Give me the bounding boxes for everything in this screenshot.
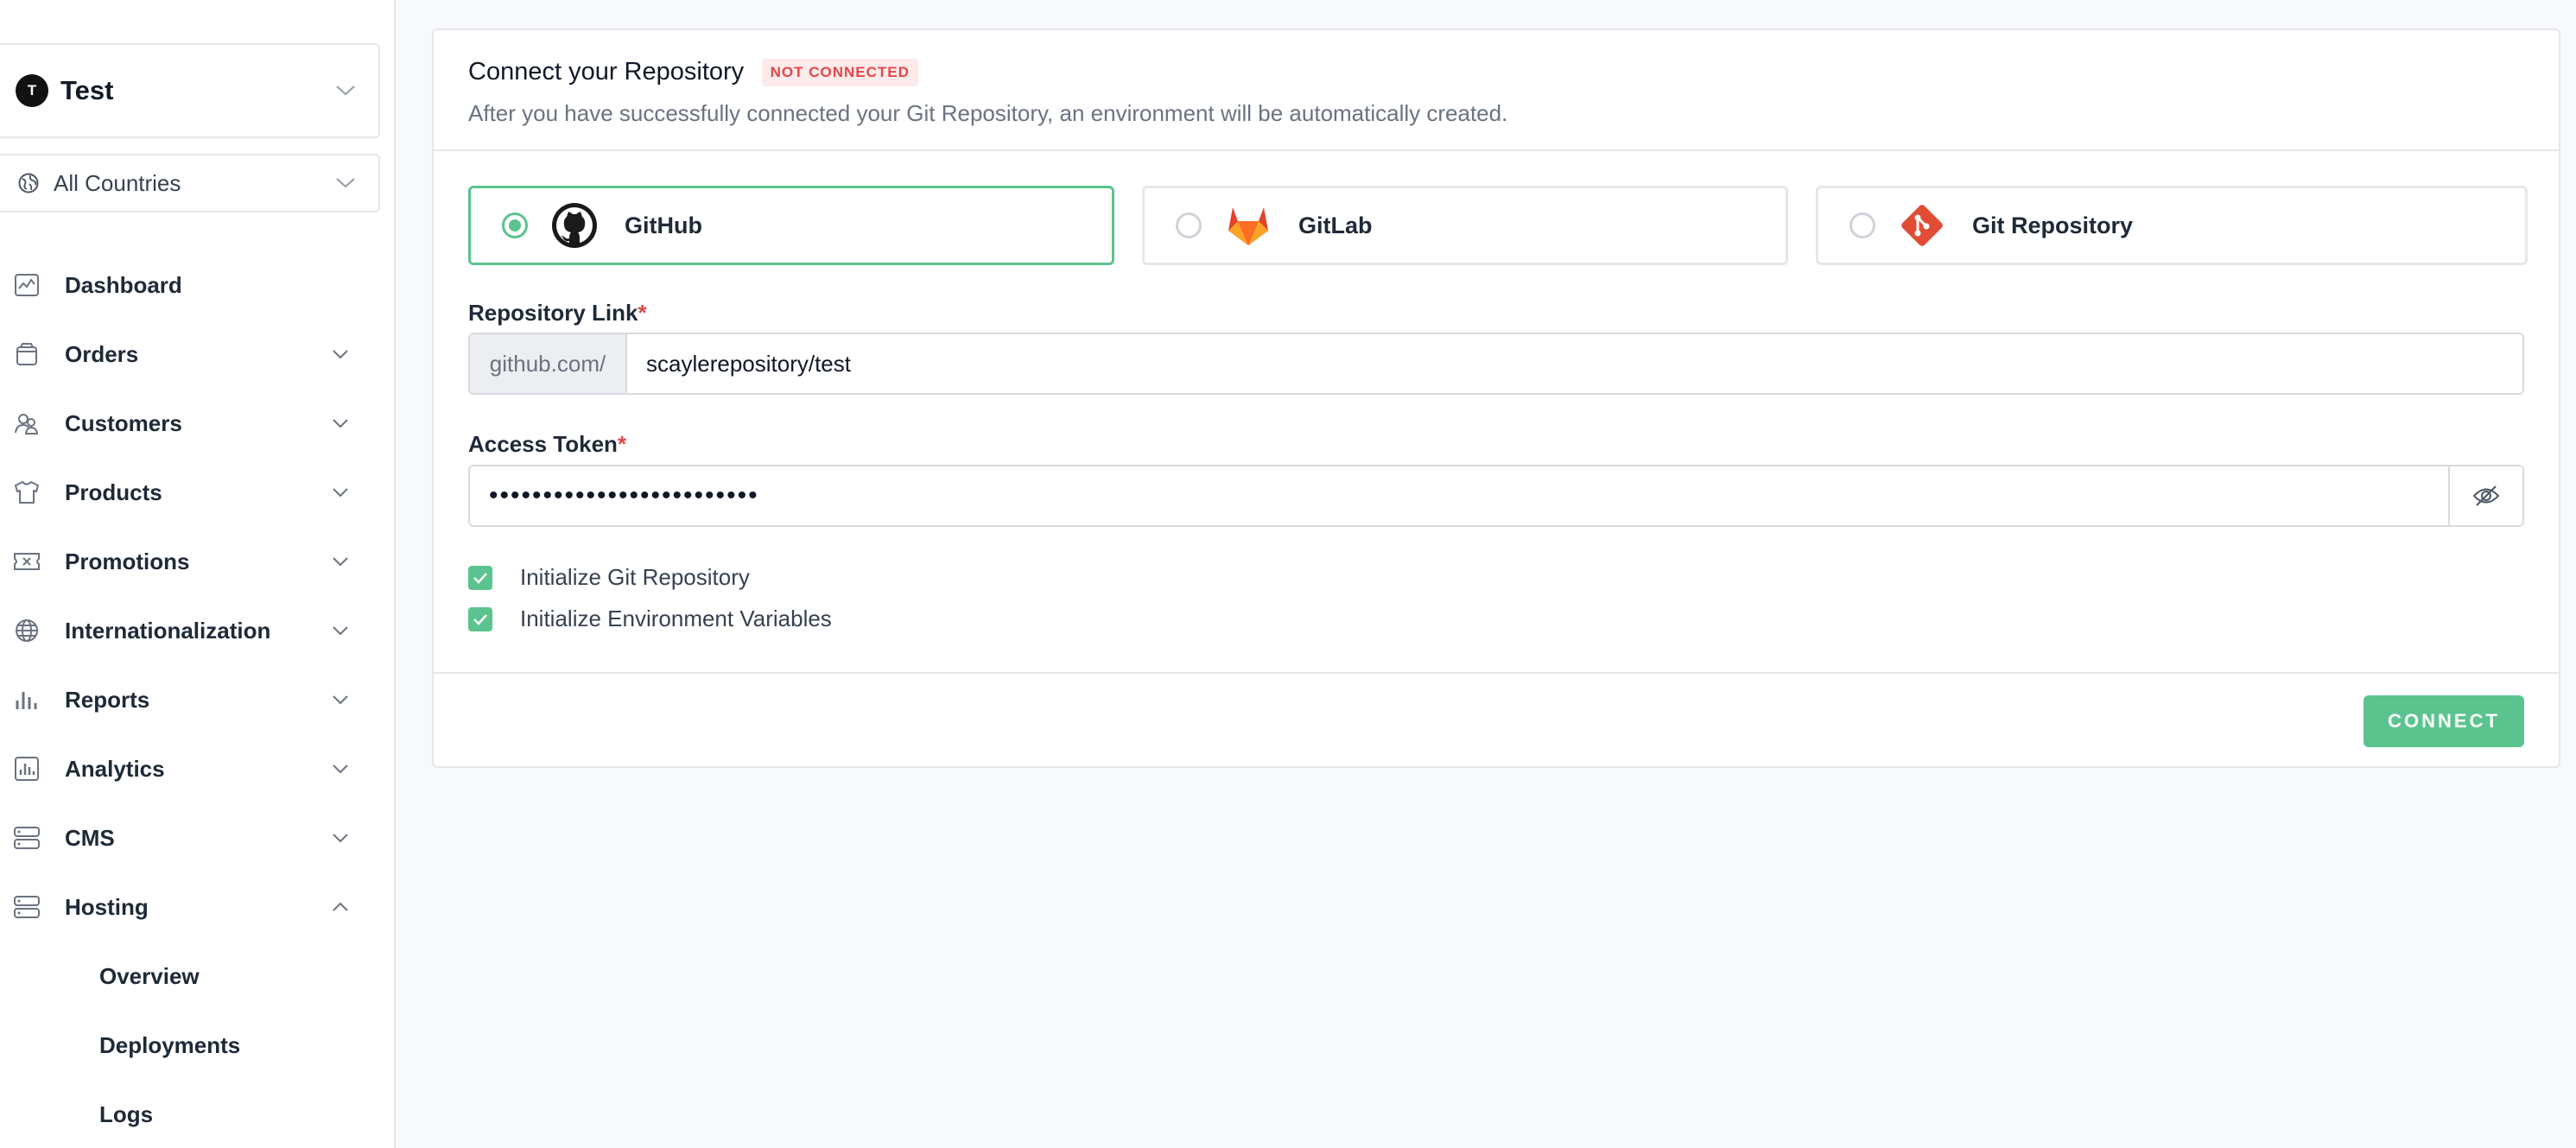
- nav-item-promotions[interactable]: Promotions: [0, 527, 380, 596]
- repository-link-input[interactable]: [627, 334, 2522, 393]
- analytics-icon: [12, 754, 41, 783]
- nav-label: Analytics: [65, 755, 165, 782]
- status-badge: NOT CONNECTED: [761, 58, 918, 86]
- nav-item-cms[interactable]: CMS: [0, 803, 380, 872]
- init-env-variables-row[interactable]: Initialize Environment Variables: [468, 606, 832, 632]
- nav-label: Reports: [65, 686, 150, 713]
- provider-option-github[interactable]: GitHub: [468, 186, 1114, 265]
- divider: [434, 149, 2559, 151]
- card-header: Connect your Repository NOT CONNECTED Af…: [468, 58, 2524, 127]
- sidebar: T Test All Countries Dashboard Orders Cu…: [0, 0, 396, 1148]
- check-icon: [473, 613, 487, 625]
- bar-chart-icon: [12, 685, 41, 714]
- nav-item-internationalization[interactable]: Internationalization: [0, 596, 380, 665]
- chevron-down-icon: [333, 764, 348, 774]
- connect-button[interactable]: CONNECT: [2363, 695, 2524, 747]
- nav-label: Orders: [65, 340, 139, 367]
- required-mark: *: [617, 431, 627, 457]
- nav-label: Internationalization: [65, 617, 271, 644]
- radio-button[interactable]: [502, 212, 528, 238]
- nav-label: Hosting: [65, 893, 149, 920]
- nav-label: CMS: [65, 824, 115, 851]
- chevron-down-icon: [333, 695, 348, 705]
- chevron-down-icon: [333, 626, 348, 636]
- checkbox-label: Initialize Git Repository: [520, 564, 750, 590]
- main-nav: Dashboard Orders Customers Products Prom…: [0, 251, 380, 1148]
- toggle-visibility-button[interactable]: [2448, 466, 2522, 525]
- nav-item-hosting[interactable]: Hosting: [0, 872, 380, 942]
- nav-item-orders[interactable]: Orders: [0, 320, 380, 389]
- nav-item-customers[interactable]: Customers: [0, 389, 380, 458]
- access-token-field: [468, 465, 2524, 527]
- chevron-down-icon: [333, 488, 348, 498]
- globe-icon: [18, 173, 39, 193]
- chevron-down-icon: [336, 86, 355, 96]
- sub-item-overview[interactable]: Overview: [0, 942, 380, 1011]
- nav-item-products[interactable]: Products: [0, 458, 380, 527]
- provider-label: Git Repository: [1972, 212, 2134, 238]
- nav-item-reports[interactable]: Reports: [0, 665, 380, 734]
- radio-button[interactable]: [1176, 212, 1202, 238]
- chevron-down-icon: [333, 834, 348, 843]
- repository-link-field: github.com/: [468, 333, 2524, 395]
- provider-option-git-repository[interactable]: Git Repository: [1816, 186, 2528, 265]
- gitlab-icon: [1224, 201, 1272, 250]
- users-icon: [12, 409, 41, 438]
- chevron-down-icon: [333, 419, 348, 428]
- connect-repository-card: Connect your Repository NOT CONNECTED Af…: [432, 29, 2560, 768]
- nav-item-dashboard[interactable]: Dashboard: [0, 251, 380, 320]
- init-git-repository-row[interactable]: Initialize Git Repository: [468, 564, 750, 591]
- chevron-down-icon: [333, 557, 348, 567]
- access-token-input[interactable]: [470, 466, 2448, 525]
- nav-label: Dashboard: [65, 271, 182, 298]
- provider-label: GitHub: [625, 212, 702, 238]
- provider-label: GitLab: [1298, 212, 1373, 238]
- server-icon: [12, 823, 41, 853]
- globe-icon: [12, 616, 41, 645]
- shirt-icon: [12, 478, 41, 507]
- sub-item-logs[interactable]: Logs: [0, 1080, 380, 1148]
- card-title: Connect your Repository: [468, 58, 745, 86]
- label-text: Access Token: [468, 431, 618, 457]
- sub-item-deployments[interactable]: Deployments: [0, 1011, 380, 1080]
- chevron-down-icon: [336, 178, 355, 188]
- country-label: All Countries: [54, 169, 181, 196]
- provider-options: GitHub GitLab Git Repository: [468, 186, 2528, 265]
- nav-label: Customers: [65, 409, 182, 436]
- checkbox[interactable]: [468, 606, 492, 631]
- chart-activity-icon: [12, 270, 41, 300]
- store-name: Test: [60, 75, 114, 105]
- url-prefix: github.com/: [470, 334, 627, 393]
- chevron-up-icon: [333, 902, 348, 911]
- eye-off-icon: [2472, 485, 2500, 506]
- ticket-icon: [12, 547, 41, 576]
- nav-item-analytics[interactable]: Analytics: [0, 734, 380, 803]
- store-selector[interactable]: T Test: [0, 43, 380, 138]
- store-avatar: T: [16, 74, 48, 107]
- checkbox[interactable]: [468, 565, 492, 590]
- checkbox-label: Initialize Environment Variables: [520, 606, 832, 631]
- github-icon: [550, 201, 599, 250]
- card-subtitle: After you have successfully connected yo…: [468, 100, 1508, 126]
- country-selector[interactable]: All Countries: [0, 154, 380, 212]
- repository-link-label: Repository Link*: [468, 300, 647, 327]
- check-icon: [473, 572, 487, 584]
- nav-label: Promotions: [65, 548, 190, 574]
- shopping-bag-icon: [12, 339, 41, 369]
- provider-option-gitlab[interactable]: GitLab: [1142, 186, 1788, 265]
- chevron-down-icon: [333, 350, 348, 359]
- nav-label: Products: [65, 479, 162, 505]
- divider: [434, 672, 2559, 674]
- label-text: Repository Link: [468, 300, 638, 326]
- required-mark: *: [638, 300, 647, 326]
- server-icon: [12, 892, 41, 922]
- access-token-label: Access Token*: [468, 431, 626, 458]
- git-icon: [1898, 201, 1946, 250]
- radio-dot: [509, 219, 521, 232]
- radio-button[interactable]: [1850, 212, 1875, 238]
